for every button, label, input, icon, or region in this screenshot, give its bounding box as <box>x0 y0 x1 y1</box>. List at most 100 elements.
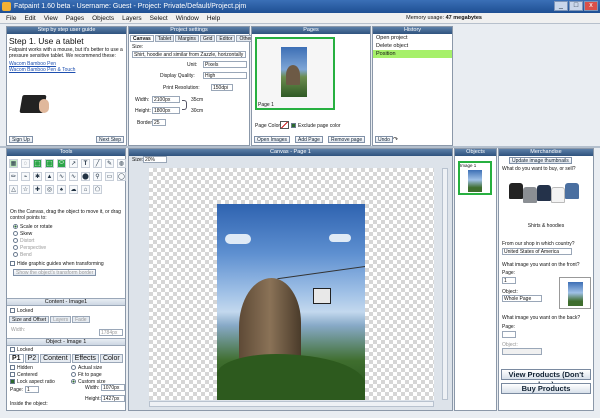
menu-window[interactable]: Window <box>176 15 199 22</box>
menu-objects[interactable]: Objects <box>92 15 114 22</box>
page-thumbnail[interactable]: Page 1 <box>255 37 335 110</box>
actual-size-radio[interactable] <box>71 365 76 371</box>
shirts-option[interactable]: Shirts & hoodies <box>507 179 585 229</box>
front-image-preview[interactable] <box>559 277 591 309</box>
blob-tool-icon[interactable]: ⬤ <box>81 172 90 181</box>
smudge-tool-icon[interactable]: ⌁ <box>21 172 30 181</box>
ellipse-shape-icon[interactable]: ◯ <box>117 172 126 181</box>
history-item-selected[interactable]: Position <box>373 50 452 58</box>
link-chain-icon[interactable] <box>182 100 187 110</box>
object-width-input[interactable]: 1070px <box>101 384 125 391</box>
select-ellipse-icon[interactable]: ⬭ <box>57 159 66 168</box>
unit-select[interactable]: Pixels <box>203 61 247 68</box>
canvas-area[interactable] <box>149 168 434 400</box>
menu-edit[interactable]: Edit <box>24 15 35 22</box>
perspective-radio[interactable] <box>13 245 18 251</box>
option-skew[interactable]: Skew <box>13 231 119 238</box>
horizontal-scrollbar[interactable] <box>149 401 434 407</box>
buy-products-button[interactable]: Buy Products <box>501 383 591 394</box>
option-distort[interactable]: Distort <box>13 238 119 245</box>
object-locked[interactable]: Locked <box>10 347 33 353</box>
tab-layers[interactable]: Layers <box>50 316 72 323</box>
grid-tool-icon[interactable]: ▦ <box>9 159 18 168</box>
hidden-checkbox[interactable] <box>10 365 15 371</box>
menu-help[interactable]: Help <box>207 15 220 22</box>
text-tool-icon[interactable]: T <box>81 159 90 168</box>
hide-guides-checkbox[interactable] <box>10 261 15 267</box>
eraser-tool-icon[interactable]: ◍ <box>117 159 126 168</box>
front-object-select[interactable]: Whole Page <box>502 295 542 302</box>
tab-size-offset[interactable]: Size and Offset <box>9 316 50 323</box>
fit-page-radio[interactable] <box>71 372 76 378</box>
scale-rotate-radio[interactable] <box>13 224 18 230</box>
display-quality-select[interactable]: High <box>203 72 247 79</box>
lock-ratio-option[interactable]: Lock aspect ratio <box>10 379 55 386</box>
tab-p1[interactable]: P1 <box>9 354 24 363</box>
actual-size-option[interactable]: Actual size <box>71 365 106 372</box>
tab-editor[interactable]: Editor <box>216 35 236 42</box>
tab-color[interactable]: Color <box>99 354 123 363</box>
pencil-tool-icon[interactable]: ✎ <box>105 159 114 168</box>
width-input[interactable]: 2100px <box>152 96 180 103</box>
curve-tool-icon[interactable]: ∿ <box>57 172 66 181</box>
cross-shape-icon[interactable]: ✚ <box>33 185 42 194</box>
wacom-bamboo-pen-touch-link[interactable]: Wacom Bamboo Pen & Touch <box>9 67 124 73</box>
vertical-scrollbar[interactable] <box>442 168 448 400</box>
option-scale-rotate[interactable]: Scale or rotate <box>13 224 119 231</box>
tab-effects[interactable]: Effects <box>71 354 99 363</box>
fill-tool-icon[interactable]: ▲ <box>45 172 54 181</box>
object-locked-checkbox[interactable] <box>10 347 15 353</box>
size-select[interactable]: Shirt, hoodie and similar from Zazzle, h… <box>132 51 246 58</box>
lock-ratio-checkbox[interactable] <box>10 379 15 385</box>
tab-grid[interactable]: Grid <box>199 35 216 42</box>
back-page-select[interactable] <box>502 331 516 338</box>
bend-radio[interactable] <box>13 252 18 258</box>
tab-p2[interactable]: P2 <box>24 354 40 363</box>
spray-tool-icon[interactable]: ✱ <box>33 172 42 181</box>
wave-tool-icon[interactable]: ∿ <box>69 172 78 181</box>
height-input[interactable]: 1800px <box>152 107 180 114</box>
open-images-button[interactable]: Open Images <box>254 136 291 143</box>
exclude-page-color[interactable]: Exclude page color <box>291 123 341 129</box>
select-rect2-icon[interactable]: ⬚ <box>45 159 54 168</box>
tab-canvas[interactable]: Canvas <box>130 35 154 42</box>
lasso-tool-icon[interactable]: ◌ <box>21 159 30 168</box>
update-thumbnails-button[interactable]: Update image thumbnails <box>509 157 572 164</box>
centered-checkbox[interactable] <box>10 372 15 378</box>
centered-option[interactable]: Centered <box>10 372 55 379</box>
history-item[interactable]: Open project <box>373 34 452 42</box>
print-resolution-select[interactable]: 150dpi <box>211 84 233 91</box>
page-color-swatch[interactable] <box>280 121 289 129</box>
remove-page-button[interactable]: Remove page <box>328 136 366 143</box>
cloud-shape-icon[interactable]: ☁ <box>69 185 78 194</box>
back-object-select[interactable] <box>502 348 542 355</box>
object-page-select[interactable]: 1 <box>25 386 39 393</box>
exclude-page-color-checkbox[interactable] <box>291 123 296 129</box>
sign-up-button[interactable]: Sign Up <box>9 136 33 143</box>
option-bend[interactable]: Bend <box>13 252 119 259</box>
object-height-input[interactable]: 1427px <box>101 395 125 402</box>
brush-tool-icon[interactable]: ✏ <box>9 172 18 181</box>
tab-tablet[interactable]: Tablet <box>154 35 175 42</box>
menu-view[interactable]: View <box>44 15 58 22</box>
next-step-button[interactable]: Next Step <box>96 136 124 143</box>
fit-page-option[interactable]: Fit to page <box>71 372 106 379</box>
skew-radio[interactable] <box>13 231 18 237</box>
content-locked[interactable]: Locked <box>10 308 33 314</box>
border-input[interactable]: 25 <box>152 119 166 126</box>
minimize-button[interactable]: _ <box>554 1 568 11</box>
menu-pages[interactable]: Pages <box>66 15 84 22</box>
rectangle-shape-icon[interactable]: ▭ <box>105 172 114 181</box>
add-page-button[interactable]: Add Page <box>295 136 323 143</box>
maximize-button[interactable]: □ <box>569 1 583 11</box>
redo-icon[interactable]: ↷ <box>393 136 398 143</box>
content-locked-checkbox[interactable] <box>10 308 15 314</box>
content-width-input[interactable]: 1784px <box>99 329 123 336</box>
spiral-shape-icon[interactable]: ◎ <box>45 185 54 194</box>
menu-file[interactable]: File <box>6 15 16 22</box>
hide-guides-option[interactable]: Hide graphic guides when transforming <box>7 260 125 268</box>
custom-size-radio[interactable] <box>71 379 76 385</box>
history-item[interactable]: Delete object <box>373 42 452 50</box>
canvas-image[interactable] <box>217 204 365 400</box>
zoom-select[interactable]: 20% <box>143 156 167 163</box>
